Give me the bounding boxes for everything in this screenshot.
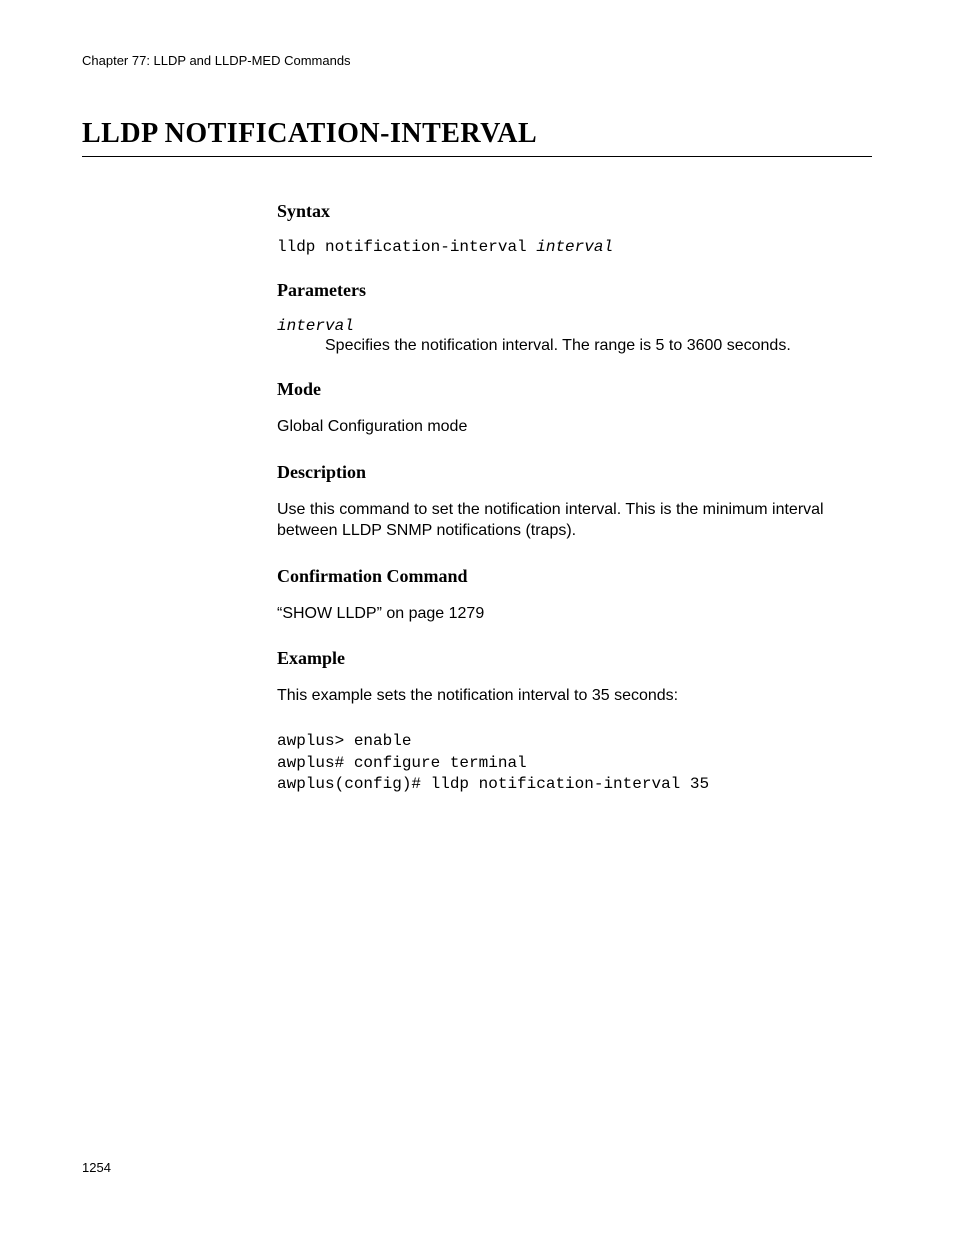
confirmation-text: “SHOW LLDP” on page 1279	[277, 603, 862, 625]
mode-heading: Mode	[277, 379, 862, 400]
description-text: Use this command to set the notification…	[277, 499, 862, 542]
parameters-heading: Parameters	[277, 280, 862, 301]
syntax-param: interval	[536, 238, 613, 256]
example-heading: Example	[277, 648, 862, 669]
chapter-header: Chapter 77: LLDP and LLDP-MED Commands	[82, 53, 872, 68]
content-area: Syntax lldp notification-interval interv…	[277, 201, 862, 796]
syntax-heading: Syntax	[277, 201, 862, 222]
syntax-line: lldp notification-interval interval	[277, 238, 862, 256]
page-title: LLDP NOTIFICATION-INTERVAL	[82, 118, 872, 157]
syntax-command: lldp notification-interval	[277, 238, 536, 256]
page-number: 1254	[82, 1160, 111, 1175]
param-name: interval	[277, 317, 862, 335]
description-heading: Description	[277, 462, 862, 483]
example-intro: This example sets the notification inter…	[277, 685, 862, 707]
mode-text: Global Configuration mode	[277, 416, 862, 438]
confirmation-heading: Confirmation Command	[277, 566, 862, 587]
example-code: awplus> enable awplus# configure termina…	[277, 731, 862, 796]
param-desc: Specifies the notification interval. The…	[325, 337, 862, 355]
